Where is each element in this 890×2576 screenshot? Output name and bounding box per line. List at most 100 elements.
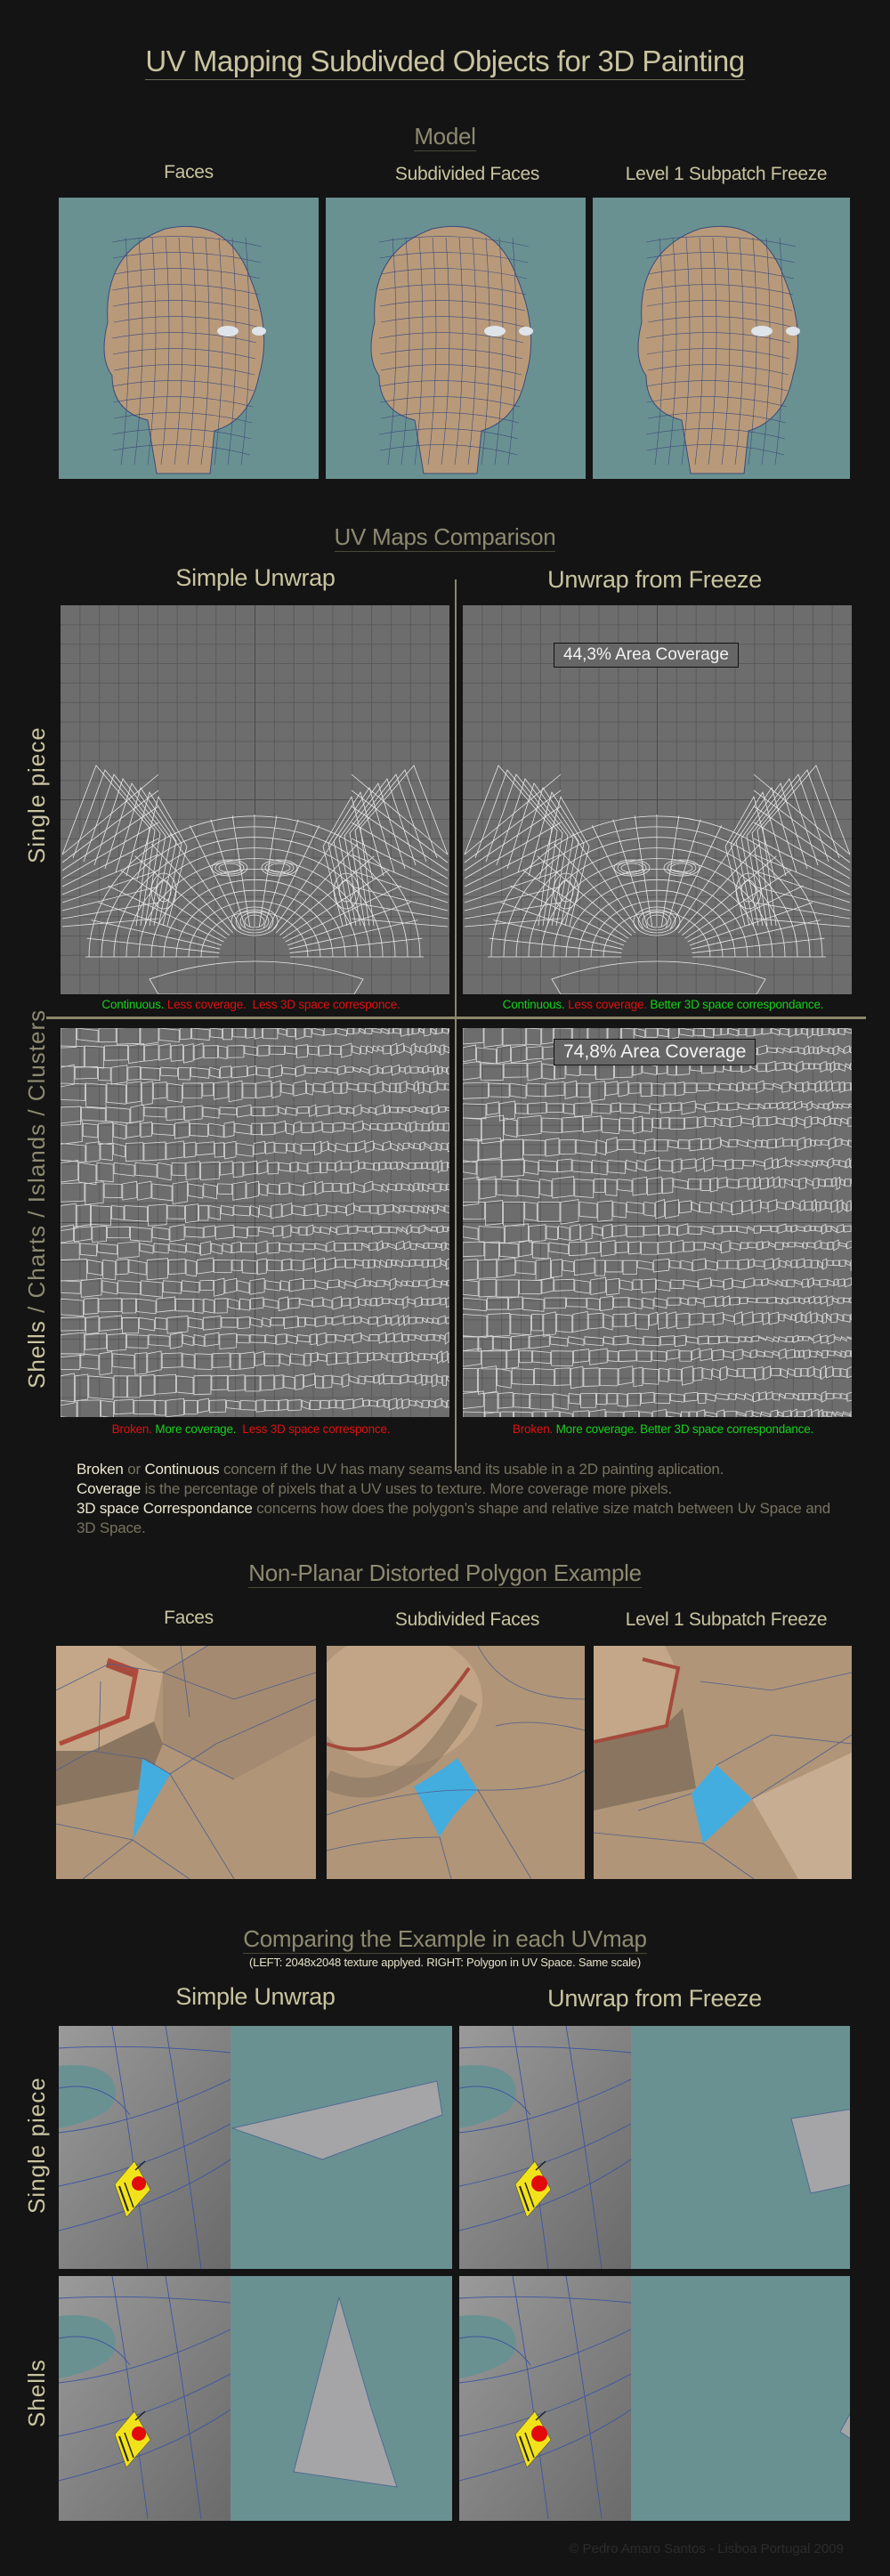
compare-subtitle: (LEFT: 2048x2048 texture applyed. RIGHT:… — [249, 1956, 641, 1969]
uv-shell-quad — [775, 1061, 785, 1072]
uv-shell-quad — [463, 1060, 481, 1081]
uv-shell-quad — [603, 1336, 614, 1345]
uv-shell-quad — [605, 1411, 624, 1417]
uv-shell-quad — [701, 1138, 710, 1150]
uv-shell-quad — [384, 1280, 390, 1286]
uv-shell-quad — [386, 1333, 394, 1343]
uv-shell-quad — [431, 1028, 436, 1035]
uv-shell-quad — [130, 1104, 144, 1124]
uv-shell-quad — [100, 1143, 113, 1161]
uv-shell-quad — [415, 1296, 422, 1308]
uv-shell-quad — [430, 1081, 438, 1094]
uv-shell-quad — [821, 1159, 829, 1167]
head-shape — [637, 225, 800, 474]
uv-shell-quad — [795, 1242, 803, 1248]
uv-shell-quad — [762, 1311, 770, 1325]
uv-shell-quad — [701, 1226, 714, 1234]
uv-shell-quad — [761, 1225, 772, 1232]
uv-shell-quad — [377, 1398, 384, 1408]
uv-shell-quad — [447, 1399, 449, 1408]
uv-shell-quad — [623, 1410, 639, 1417]
uv-shell-quad — [428, 1204, 433, 1212]
uv-shell-quad — [151, 1226, 170, 1241]
uv-shell-quad — [140, 1066, 161, 1081]
uv-shell-quad — [401, 1226, 407, 1234]
uv-shell-quad — [382, 1183, 388, 1193]
uv-shell-quad — [61, 1045, 85, 1067]
uv-shell-quad — [831, 1177, 837, 1187]
uv-shell-quad — [645, 1028, 658, 1038]
uv-shell-quad — [420, 1334, 427, 1341]
uv-shell-quad — [435, 1397, 442, 1408]
uv-shell-quad — [515, 1260, 536, 1275]
uv-shell-quad — [667, 1297, 681, 1306]
uv-shell-quad — [541, 1276, 554, 1294]
uv-shell-quad — [766, 1390, 773, 1401]
uv-shell-quad — [803, 1242, 808, 1250]
uv-shell-quad — [799, 1199, 805, 1211]
uv-shell-quad — [398, 1315, 404, 1326]
uv-shell-quad — [101, 1399, 114, 1417]
uv-shell-quad — [483, 1028, 503, 1048]
uv-shell-quad — [659, 1224, 669, 1236]
uv-shell-quad — [539, 1179, 553, 1197]
uv-shell-quad — [85, 1333, 107, 1350]
uv-shell-quad — [171, 1162, 186, 1177]
uv-shell-quad — [767, 1047, 777, 1054]
uv-shell-quad — [278, 1296, 288, 1312]
uv-shell-quad — [742, 1350, 751, 1357]
uv-shell-quad — [172, 1180, 188, 1205]
uv-shell-quad — [463, 1297, 487, 1312]
uv-shell-quad — [267, 1242, 279, 1254]
uv-shell-quad — [722, 1225, 731, 1233]
term-highlight: Broken — [77, 1461, 124, 1478]
uv-map-simple-single — [61, 605, 449, 994]
uv-edge — [351, 918, 449, 928]
uv-shell-quad — [403, 1315, 409, 1326]
uv-shell-quad — [572, 1410, 589, 1417]
uv-shell-quad — [347, 1351, 359, 1365]
uv-shell-quad — [426, 1375, 433, 1383]
uv-shell-quad — [374, 1352, 382, 1361]
uv-shell-quad — [202, 1106, 220, 1119]
uv-shell-quad — [443, 1122, 449, 1131]
uv-shell-quad — [562, 1103, 575, 1115]
uv-shell-quad — [813, 1047, 818, 1055]
uv-shell-quad — [805, 1115, 812, 1129]
uv-shell-quad — [612, 1313, 627, 1327]
uv-shell-quad — [416, 1122, 423, 1132]
uv-shell-quad — [134, 1352, 148, 1375]
uv-shell-quad — [358, 1375, 366, 1385]
uv-shell-quad — [446, 1183, 449, 1191]
uv-shell-quad — [824, 1115, 830, 1127]
uv-shell-quad — [618, 1349, 637, 1363]
uv-edge — [753, 838, 851, 887]
uv-shell-quad — [681, 1365, 693, 1386]
ear-uv — [338, 879, 354, 903]
uv-edge — [753, 886, 851, 911]
uv-shell-quad — [511, 1334, 530, 1351]
uv-shell-quad — [799, 1349, 805, 1358]
uv-shell-quad — [724, 1277, 733, 1291]
uv-shell-quad — [368, 1242, 377, 1252]
uv-shell-quad — [725, 1159, 733, 1171]
uv-shell-quad — [392, 1353, 400, 1364]
uv-shell-quad — [384, 1105, 391, 1114]
uv-shell-quad — [264, 1280, 280, 1292]
uv-shell-quad — [125, 1142, 144, 1162]
uv-shell-quad — [692, 1366, 703, 1381]
uv-shell-quad — [128, 1043, 145, 1064]
uv-shell-quad — [436, 1375, 442, 1384]
uv-shell-quad — [117, 1280, 142, 1295]
uv-shell-quad — [591, 1160, 608, 1176]
uv-shell-quad — [656, 1279, 671, 1292]
uv-shell-quad — [659, 1102, 671, 1114]
uv-shell-quad — [203, 1298, 214, 1314]
uv-shell-quad — [322, 1122, 334, 1133]
polygon-closeup — [56, 1646, 316, 1879]
uv-shell-quad — [259, 1204, 271, 1218]
uv-shell-quad — [112, 1353, 135, 1369]
uv-shell-quad — [412, 1028, 419, 1035]
uv-shell-quad — [270, 1317, 284, 1326]
uv-shell-quad — [430, 1142, 437, 1152]
